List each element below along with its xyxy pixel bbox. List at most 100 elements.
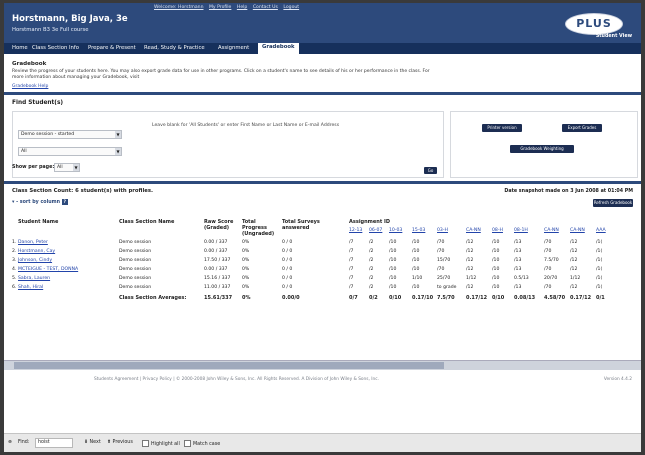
assignment-id-link[interactable]: 03-H (437, 228, 448, 233)
header-student-name[interactable]: Student Name (18, 219, 58, 225)
score-cell: /7 (349, 276, 354, 281)
find-hint: Leave blank for 'All Students' or enter … (152, 123, 340, 128)
match-case-checkbox[interactable]: Match case (184, 440, 220, 447)
tab-home[interactable]: Home (12, 45, 28, 51)
score-cell: 0.5/13 (514, 276, 529, 281)
go-button[interactable]: Go (424, 167, 437, 174)
class-section-count: Class Section Count: 6 student(s) with p… (12, 188, 154, 194)
score-cell: /1( (596, 258, 603, 263)
page-title: Gradebook (12, 61, 47, 67)
student-name-link[interactable]: Danon, Peter (18, 240, 48, 245)
total-surveys: 0 / 0 (282, 240, 293, 245)
gradebook-help-link[interactable]: Gradebook Help (12, 84, 48, 89)
horizontal-scrollbar[interactable] (4, 360, 641, 370)
tab-assignment[interactable]: Assignment (218, 45, 249, 51)
average-score: 0/1 (596, 295, 605, 301)
raw-score: 0.00 / 337 (204, 240, 228, 245)
total-surveys: 0 / 0 (282, 276, 293, 281)
find-previous-button[interactable]: ⬆ Previous (107, 440, 133, 445)
scrollbar-thumb[interactable] (14, 362, 444, 369)
total-progress: 0% (242, 258, 250, 263)
score-cell: /10 (412, 240, 420, 245)
top-link-help[interactable]: Help (237, 5, 247, 10)
score-cell: /2 (369, 276, 374, 281)
assignment-id-link[interactable]: AAA (596, 228, 606, 233)
assignment-id-link[interactable]: 15-03 (412, 228, 425, 233)
score-cell: /2 (369, 285, 374, 290)
score-cell: /2 (369, 267, 374, 272)
help-icon[interactable]: ? (61, 199, 68, 205)
top-link-contact[interactable]: Contact Us (253, 5, 278, 10)
gradebook-weighting-button[interactable]: Gradebook Weighting (510, 145, 574, 153)
score-cell: /70 (437, 267, 445, 272)
student-name-link[interactable]: MCTEIGUE - TEST, DONNA (18, 267, 78, 272)
browser-find-bar: ⊗ Find: hoist ⬇ Next ⬆ Previous Highligh… (4, 433, 641, 452)
assignment-id-link[interactable]: 06-07 (369, 228, 382, 233)
printer-version-button[interactable]: Printer version (482, 124, 522, 132)
find-next-button[interactable]: ⬇ Next (84, 440, 101, 445)
total-progress: 0% (242, 267, 250, 272)
export-grades-button[interactable]: Export Grades (562, 124, 602, 132)
row-number: 4. (12, 267, 17, 272)
per-page-select[interactable]: All ▼ (54, 163, 80, 172)
find-next-label: Next (89, 440, 101, 445)
score-cell: /10 (492, 249, 500, 254)
find-input[interactable]: hoist (35, 438, 73, 448)
filter-select-value: All (21, 149, 27, 154)
score-cell: /12 (466, 249, 474, 254)
top-link-profile[interactable]: My Profile (209, 5, 231, 10)
score-cell: /10 (412, 249, 420, 254)
assignment-id-link[interactable]: 12-13 (349, 228, 362, 233)
average-score: 0.17/12 (466, 295, 488, 301)
chevron-down-icon: ▼ (115, 131, 121, 138)
student-view-link[interactable]: Student View (596, 34, 632, 39)
top-link-welcome[interactable]: Welcome: Horstmann (154, 5, 203, 10)
score-cell: /7 (349, 267, 354, 272)
header-total-surveys[interactable]: Total Surveys answered (282, 219, 322, 231)
score-cell: /12 (570, 285, 578, 290)
tab-class-section-info[interactable]: Class Section Info (32, 45, 79, 51)
score-cell: /10 (492, 258, 500, 263)
refresh-gradebook-button[interactable]: Refresh Gradebook (593, 199, 633, 207)
assignment-id-link[interactable]: CA-NN (466, 228, 481, 233)
raw-score: 0.00 / 337 (204, 249, 228, 254)
header-section-name[interactable]: Class Section Name (119, 219, 174, 225)
raw-score: 15.16 / 337 (204, 276, 231, 281)
assignment-id-link[interactable]: 10-03 (389, 228, 402, 233)
raw-score: 17.50 / 337 (204, 258, 231, 263)
score-cell: /2 (369, 240, 374, 245)
student-name-link[interactable]: Sabra, Lauren (18, 276, 50, 281)
close-icon[interactable]: ⊗ (8, 440, 12, 445)
top-link-logout[interactable]: Logout (283, 5, 299, 10)
filter-select[interactable]: All ▼ (18, 147, 122, 156)
section-name: Demo session (119, 267, 152, 272)
assignment-id-link[interactable]: CA-NN (570, 228, 585, 233)
header-bar: Welcome: Horstmann My Profile Help Conta… (4, 3, 641, 43)
tab-gradebook[interactable]: Gradebook (258, 43, 299, 54)
score-cell: 1/10 (412, 276, 423, 281)
assignment-id-link[interactable]: CA-NN (544, 228, 559, 233)
score-cell: /1( (596, 285, 603, 290)
section-select-value: Demo session - started (21, 132, 75, 137)
row-number: 5. (12, 276, 17, 281)
highlight-all-checkbox[interactable]: Highlight all (142, 440, 180, 447)
course-title: Horstmann, Big Java, 3e (12, 14, 128, 24)
average-score: 0/10 (389, 295, 402, 301)
tab-read-study-practice[interactable]: Read, Study & Practice (144, 45, 205, 51)
header-total-progress[interactable]: Total Progress (Ungraded) (242, 219, 280, 237)
section-select[interactable]: Demo session - started ▼ (18, 130, 122, 139)
student-name-link[interactable]: Horstmann, Cay (18, 249, 55, 254)
student-name-link[interactable]: Johnson, Cindy (18, 258, 52, 263)
score-cell: /7 (349, 285, 354, 290)
section-name: Demo session (119, 249, 152, 254)
header-raw-score[interactable]: Raw Score (Graded) (204, 219, 238, 231)
average-score: 0.17/10 (412, 295, 434, 301)
student-name-link[interactable]: Shah, Hiral (18, 285, 43, 290)
assignment-id-link[interactable]: 08-1H (514, 228, 528, 233)
average-raw: 15.61/337 (204, 295, 233, 301)
average-score: 0.17/12 (570, 295, 592, 301)
score-cell: /13 (514, 267, 522, 272)
assignment-id-link[interactable]: 08-H (492, 228, 503, 233)
sort-by-column[interactable]: ▾ - sort by column ? (12, 199, 68, 205)
tab-prepare-present[interactable]: Prepare & Present (88, 45, 136, 51)
